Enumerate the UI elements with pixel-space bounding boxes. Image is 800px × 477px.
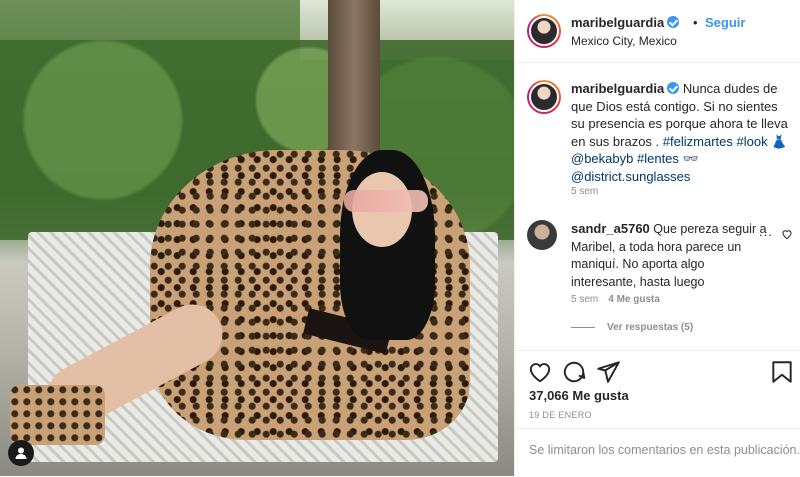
- follow-button[interactable]: Seguir: [705, 15, 745, 30]
- caption-text: maribelguardia Nunca dudes de que Dios e…: [571, 80, 793, 185]
- hashtag-link[interactable]: #look: [736, 134, 767, 149]
- hashtag-link[interactable]: #felizmartes: [663, 134, 733, 149]
- comment-options-icon[interactable]: ...: [759, 224, 773, 239]
- hashtag-link[interactable]: #lentes: [637, 151, 679, 166]
- post-location[interactable]: Mexico City, Mexico: [571, 34, 677, 48]
- commenter-username[interactable]: sandr_a5760: [571, 221, 650, 236]
- comments-limited-text: Se limitaron los comentarios en esta pub…: [529, 443, 800, 457]
- photo-sunglasses: [344, 190, 428, 212]
- mention-link[interactable]: @bekabyb: [571, 151, 633, 166]
- post-photo[interactable]: [0, 0, 514, 476]
- view-replies-button[interactable]: Ver respuestas (5): [571, 322, 693, 333]
- comments-limited-notice: Se limitaron los comentarios en esta pub…: [515, 428, 800, 477]
- view-replies-label: Ver respuestas (5): [607, 322, 694, 333]
- photo-shoe: [10, 385, 105, 445]
- comment-text: sandr_a5760 Que pereza seguir a Maribel,…: [571, 220, 767, 291]
- post-likes-count[interactable]: 37,066 Me gusta: [529, 388, 629, 403]
- post-actions: [515, 350, 800, 393]
- commenter-avatar[interactable]: [527, 220, 557, 250]
- bookmark-icon[interactable]: [769, 359, 795, 385]
- separator-dot: •: [693, 15, 698, 30]
- replies-line: [571, 326, 595, 328]
- comment-icon[interactable]: [561, 359, 587, 385]
- author-username[interactable]: maribelguardia: [571, 15, 680, 30]
- caption-avatar[interactable]: [527, 80, 561, 114]
- verified-icon: [667, 82, 680, 94]
- comment-like-icon[interactable]: [781, 228, 793, 240]
- comment-likes[interactable]: 4 Me gusta: [608, 294, 660, 305]
- mention-link[interactable]: @district.sunglasses: [571, 169, 690, 184]
- verified-icon: [667, 16, 680, 28]
- comment-meta: 5 sem 4 Me gusta: [571, 294, 660, 305]
- caption-username[interactable]: maribelguardia: [571, 81, 680, 96]
- comment-time[interactable]: 5 sem: [571, 294, 598, 305]
- post-header: maribelguardia • Seguir Mexico City, Mex…: [515, 0, 800, 63]
- post-date[interactable]: 19 DE ENERO: [529, 410, 592, 420]
- share-icon[interactable]: [595, 359, 621, 385]
- caption-time[interactable]: 5 sem: [571, 186, 598, 197]
- heart-icon[interactable]: [527, 359, 553, 385]
- author-avatar[interactable]: [527, 14, 561, 48]
- dress-emoji: 👗: [771, 133, 788, 149]
- post-side-panel: maribelguardia • Seguir Mexico City, Mex…: [514, 0, 800, 476]
- user-tag-icon[interactable]: [8, 440, 34, 466]
- glasses-emoji: 👓: [682, 151, 699, 166]
